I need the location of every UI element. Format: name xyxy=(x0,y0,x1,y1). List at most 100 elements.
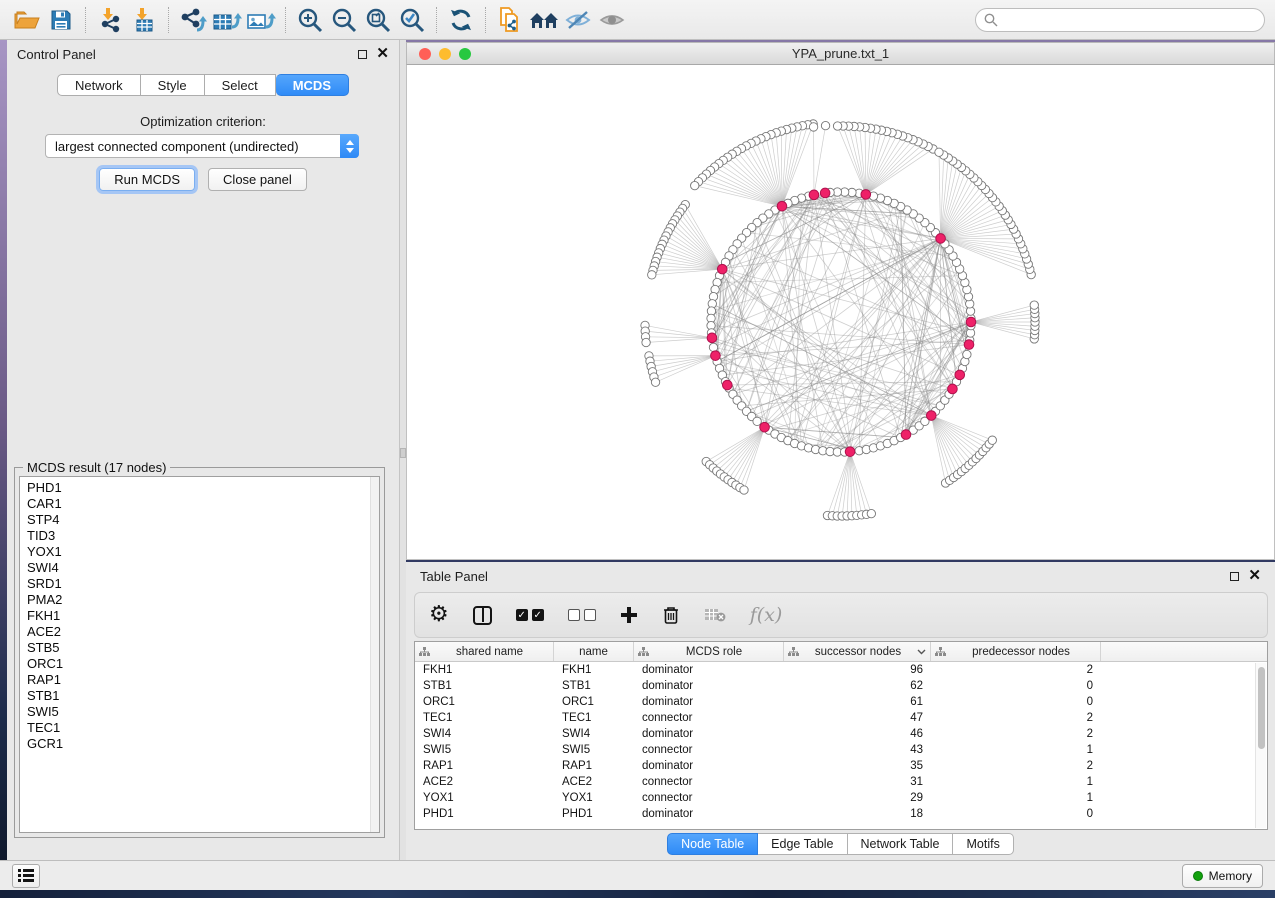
save-session-button[interactable] xyxy=(44,5,78,35)
zoom-in-icon xyxy=(297,7,323,33)
show-panels-button[interactable] xyxy=(12,864,40,888)
mcds-result-item[interactable]: SWI5 xyxy=(27,704,379,720)
select-all-icon[interactable]: ✓✓ xyxy=(516,609,544,621)
save-floppy-icon xyxy=(50,9,72,31)
table-row[interactable]: TEC1TEC1connector472 xyxy=(415,710,1267,726)
clone-network-button[interactable] xyxy=(493,5,527,35)
zoom-selected-button[interactable] xyxy=(395,5,429,35)
mcds-result-item[interactable]: TEC1 xyxy=(27,720,379,736)
tab-network[interactable]: Network xyxy=(57,74,141,96)
mcds-result-item[interactable]: GCR1 xyxy=(27,736,379,752)
main-toolbar xyxy=(0,0,1275,40)
table-scrollbar[interactable] xyxy=(1255,663,1266,828)
mcds-result-item[interactable]: SRD1 xyxy=(27,576,379,592)
search-input[interactable] xyxy=(1004,13,1256,27)
deselect-all-icon[interactable] xyxy=(568,609,596,621)
refresh-button[interactable] xyxy=(444,5,478,35)
table-row[interactable]: YOX1YOX1connector291 xyxy=(415,790,1267,806)
column-header-predecessor-nodes[interactable]: predecessor nodes xyxy=(931,642,1101,661)
first-neighbors-button[interactable] xyxy=(527,5,561,35)
float-panel-icon[interactable] xyxy=(1230,572,1239,581)
table-cell: SWI5 xyxy=(415,744,554,756)
zoom-out-icon xyxy=(331,7,357,33)
table-scrollbar-thumb[interactable] xyxy=(1258,667,1265,749)
export-table-button[interactable] xyxy=(210,5,244,35)
node-table[interactable]: shared namenameMCDS rolesuccessor nodesp… xyxy=(414,641,1268,830)
table-cell: ORC1 xyxy=(554,696,634,708)
mcds-result-item[interactable]: ACE2 xyxy=(27,624,379,640)
memory-button[interactable]: Memory xyxy=(1182,864,1263,888)
delete-column-icon[interactable] xyxy=(662,605,680,625)
mcds-result-item[interactable]: PHD1 xyxy=(27,480,379,496)
table-row[interactable]: ACE2ACE2connector311 xyxy=(415,774,1267,790)
table-panel-title: Table Panel xyxy=(420,569,488,584)
table-cell: SWI4 xyxy=(554,728,634,740)
mcds-result-item[interactable]: ORC1 xyxy=(27,656,379,672)
import-network-button[interactable] xyxy=(93,5,127,35)
settings-gear-icon[interactable]: ⚙ xyxy=(429,604,449,626)
tab-node-table[interactable]: Node Table xyxy=(667,833,758,855)
mcds-result-item[interactable]: STP4 xyxy=(27,512,379,528)
network-window-titlebar[interactable]: YPA_prune.txt_1 xyxy=(406,42,1275,65)
tab-style[interactable]: Style xyxy=(141,74,205,96)
mcds-result-item[interactable]: FKH1 xyxy=(27,608,379,624)
import-table-button[interactable] xyxy=(127,5,161,35)
network-canvas[interactable] xyxy=(406,65,1275,560)
column-header-shared-name[interactable]: shared name xyxy=(415,642,554,661)
float-panel-icon[interactable] xyxy=(358,50,367,59)
control-panel-title: Control Panel xyxy=(17,47,96,62)
table-row[interactable]: SWI4SWI4dominator462 xyxy=(415,726,1267,742)
table-cell: 1 xyxy=(931,776,1101,788)
network-graph xyxy=(407,65,1274,558)
show-all-button[interactable] xyxy=(595,5,629,35)
add-column-icon[interactable] xyxy=(620,606,638,624)
optimization-criterion-select[interactable]: largest connected component (undirected) xyxy=(45,134,359,158)
table-row[interactable]: STB1STB1dominator620 xyxy=(415,678,1267,694)
column-header-name[interactable]: name xyxy=(554,642,634,661)
mcds-result-item[interactable]: PMA2 xyxy=(27,592,379,608)
tab-edge-table[interactable]: Edge Table xyxy=(758,833,847,855)
mcds-result-item[interactable]: RAP1 xyxy=(27,672,379,688)
zoom-selected-icon xyxy=(399,7,425,33)
tab-mcds[interactable]: MCDS xyxy=(276,74,349,96)
close-panel-icon[interactable]: ✕ xyxy=(1248,571,1261,581)
mcds-result-item[interactable]: SWI4 xyxy=(27,560,379,576)
close-window-icon[interactable] xyxy=(419,48,431,60)
zoom-out-button[interactable] xyxy=(327,5,361,35)
mcds-result-item[interactable]: YOX1 xyxy=(27,544,379,560)
export-image-button[interactable] xyxy=(244,5,278,35)
table-cell: TEC1 xyxy=(415,712,554,724)
table-cell: ORC1 xyxy=(415,696,554,708)
column-header-successor-nodes[interactable]: successor nodes xyxy=(784,642,931,661)
search-box[interactable] xyxy=(975,8,1265,32)
tab-select[interactable]: Select xyxy=(205,74,276,96)
export-network-button[interactable] xyxy=(176,5,210,35)
run-mcds-button[interactable]: Run MCDS xyxy=(99,168,195,191)
zoom-fit-button[interactable] xyxy=(361,5,395,35)
table-row[interactable]: RAP1RAP1dominator352 xyxy=(415,758,1267,774)
column-layout-icon[interactable] xyxy=(473,606,492,625)
column-header-MCDS-role[interactable]: MCDS role xyxy=(634,642,784,661)
table-row[interactable]: PHD1PHD1dominator180 xyxy=(415,806,1267,822)
mcds-result-item[interactable]: TID3 xyxy=(27,528,379,544)
minimize-window-icon[interactable] xyxy=(439,48,451,60)
table-cell: YOX1 xyxy=(415,792,554,804)
mcds-result-item[interactable]: CAR1 xyxy=(27,496,379,512)
open-file-button[interactable] xyxy=(10,5,44,35)
hide-selected-button[interactable] xyxy=(561,5,595,35)
mcds-result-item[interactable]: STB5 xyxy=(27,640,379,656)
close-panel-button[interactable]: Close panel xyxy=(208,168,307,191)
maximize-window-icon[interactable] xyxy=(459,48,471,60)
table-row[interactable]: FKH1FKH1dominator962 xyxy=(415,662,1267,678)
mcds-result-item[interactable]: STB1 xyxy=(27,688,379,704)
mcds-result-scrollbar[interactable] xyxy=(370,477,379,832)
tab-network-table[interactable]: Network Table xyxy=(848,833,954,855)
table-row[interactable]: ORC1ORC1dominator610 xyxy=(415,694,1267,710)
zoom-in-button[interactable] xyxy=(293,5,327,35)
table-cell: connector xyxy=(634,744,784,756)
tab-motifs[interactable]: Motifs xyxy=(953,833,1013,855)
table-row[interactable]: SWI5SWI5connector431 xyxy=(415,742,1267,758)
close-panel-icon[interactable]: ✕ xyxy=(376,49,389,59)
mcds-result-list[interactable]: PHD1CAR1STP4TID3YOX1SWI4SRD1PMA2FKH1ACE2… xyxy=(19,476,380,833)
table-cell: dominator xyxy=(634,760,784,772)
